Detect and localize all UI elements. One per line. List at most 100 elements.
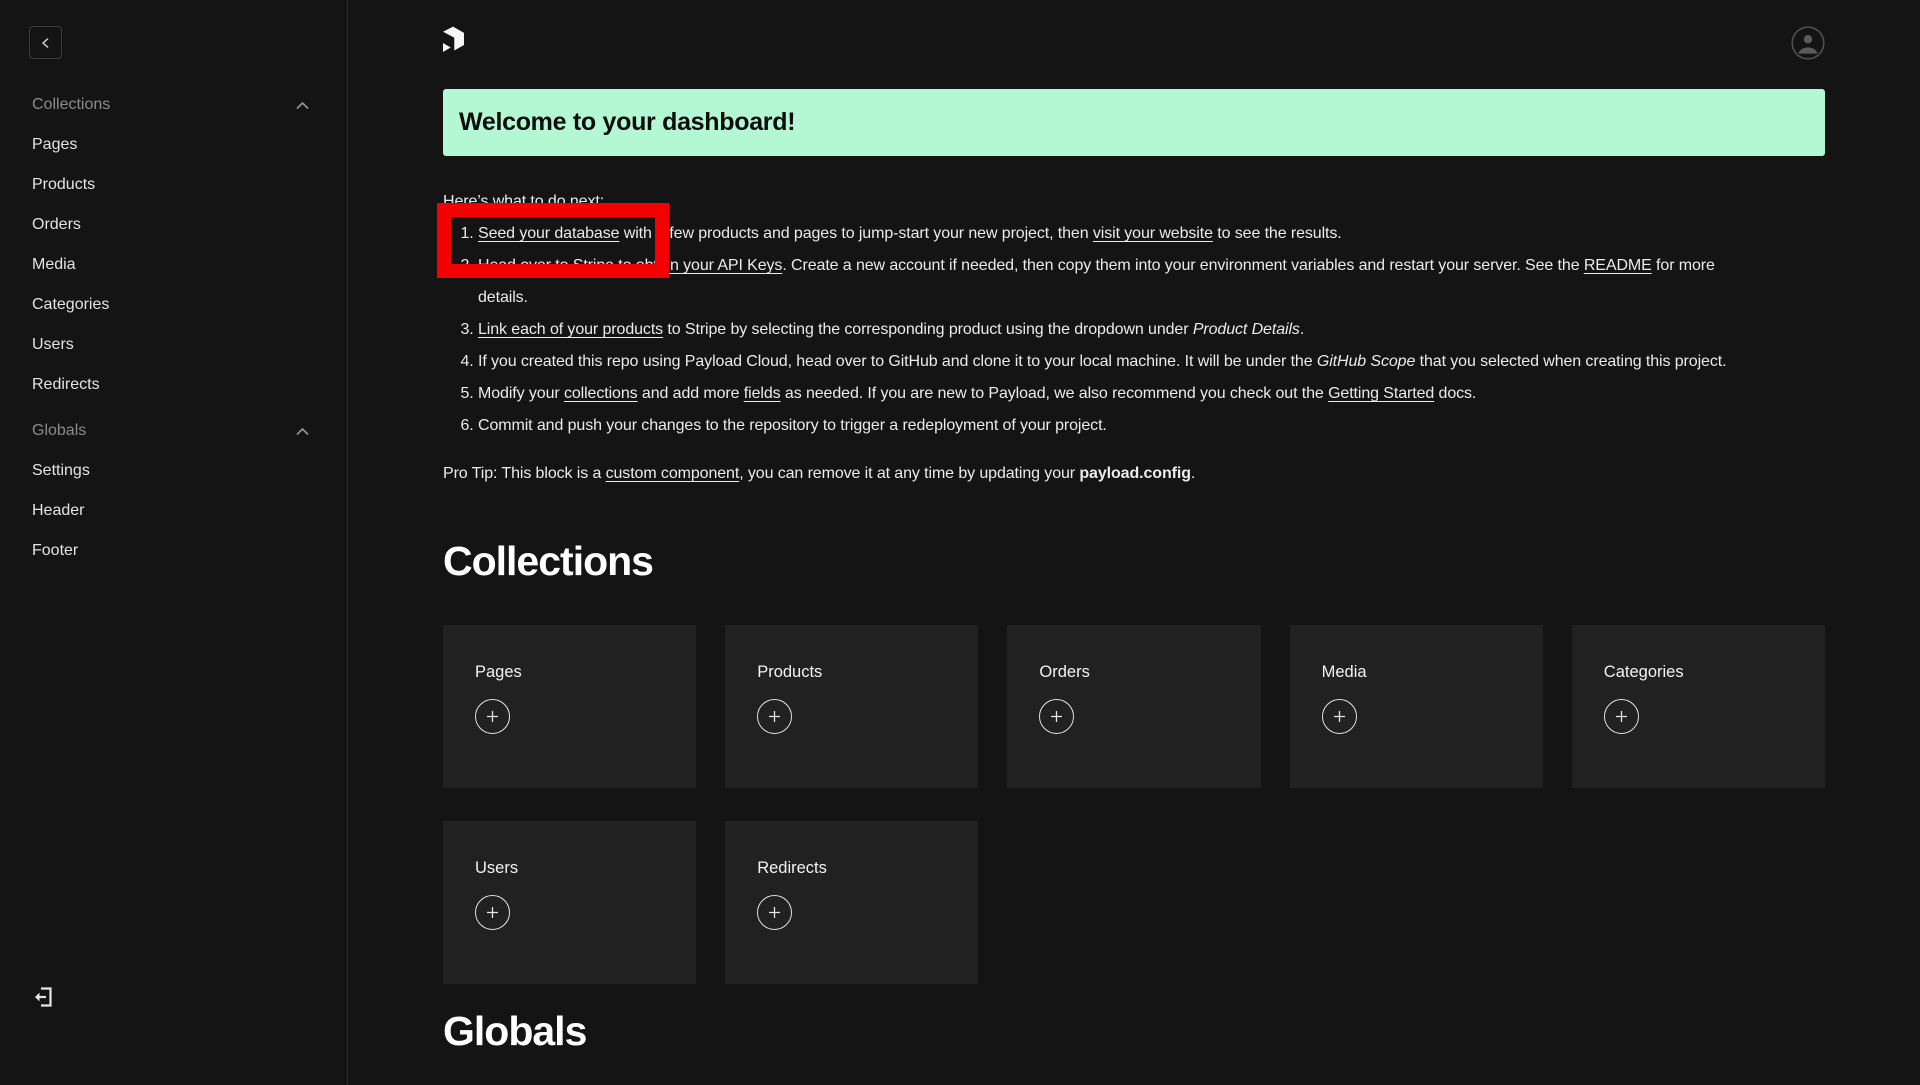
- create-new-button[interactable]: [757, 895, 792, 930]
- step-api-keys: Head over to Stripe to obtain your API K…: [478, 250, 1825, 314]
- collections-section-header[interactable]: Collections: [32, 85, 309, 125]
- plus-icon: [1333, 710, 1346, 723]
- link-products-link[interactable]: Link each of your products: [478, 321, 663, 338]
- collections-section: Collections Pages Products Orders Media …: [32, 85, 309, 405]
- globals-heading: Globals: [443, 1008, 1825, 1055]
- step-text: Head over to Stripe to: [478, 257, 636, 274]
- sidebar-item-settings[interactable]: Settings: [32, 451, 309, 491]
- step-text: as needed. If you are new to Payload, we…: [781, 385, 1329, 402]
- plus-icon: [1050, 710, 1063, 723]
- step-text: docs.: [1434, 385, 1476, 402]
- chevron-up-icon: [296, 101, 309, 110]
- sidebar-item-pages[interactable]: Pages: [32, 125, 309, 165]
- logout-icon: [30, 984, 55, 1010]
- collection-card-categories: Categories: [1572, 625, 1825, 788]
- pro-tip-text: .: [1191, 465, 1195, 482]
- collection-card-orders: Orders: [1007, 625, 1260, 788]
- step-link-products: Link each of your products to Stripe by …: [478, 314, 1825, 346]
- main-content: Welcome to your dashboard! Here’s what t…: [348, 0, 1920, 1085]
- step-payload-cloud: If you created this repo using Payload C…: [478, 346, 1825, 378]
- collections-docs-link[interactable]: collections: [564, 385, 638, 402]
- fields-docs-link[interactable]: fields: [744, 385, 781, 402]
- globals-section-header[interactable]: Globals: [32, 411, 309, 451]
- github-scope-emphasis: GitHub Scope: [1317, 353, 1415, 370]
- collections-section-label: Collections: [32, 96, 110, 114]
- create-new-button[interactable]: [1604, 699, 1639, 734]
- payload-logo-icon[interactable]: [443, 26, 464, 59]
- collection-card-redirects: Redirects: [725, 821, 978, 984]
- step-text: .: [1300, 321, 1304, 338]
- card-title-link[interactable]: Orders: [1039, 663, 1089, 682]
- step-text: for more: [1652, 257, 1715, 274]
- product-details-emphasis: Product Details: [1193, 321, 1300, 338]
- onboarding-instructions: Here’s what to do next: Seed your databa…: [443, 186, 1825, 490]
- step-seed-database: Seed your database with a few products a…: [478, 218, 1825, 250]
- plus-icon: [768, 906, 781, 919]
- seed-database-link[interactable]: Seed your database: [478, 225, 619, 242]
- sidebar-item-media[interactable]: Media: [32, 245, 309, 285]
- collection-card-users: Users: [443, 821, 696, 984]
- step-modify-collections: Modify your collections and add more fie…: [478, 378, 1825, 410]
- custom-component-link[interactable]: custom component: [606, 465, 740, 482]
- pro-tip-text: , you can remove it at any time by updat…: [739, 465, 1079, 482]
- sidebar-nav: Collections Pages Products Orders Media …: [0, 59, 347, 571]
- step-text: . Create a new account if needed, then c…: [782, 257, 1584, 274]
- chevron-left-icon: [40, 37, 52, 49]
- sidebar-item-users[interactable]: Users: [32, 325, 309, 365]
- step-text: If you created this repo using Payload C…: [478, 353, 1317, 370]
- payload-logo-mark: [443, 26, 464, 54]
- sidebar-item-header[interactable]: Header: [32, 491, 309, 531]
- intro-lead: Here’s what to do next:: [443, 186, 1825, 218]
- step-text: that you selected when creating this pro…: [1415, 353, 1726, 370]
- collection-card-pages: Pages: [443, 625, 696, 788]
- step-text: Modify your: [478, 385, 564, 402]
- create-new-button[interactable]: [1322, 699, 1357, 734]
- step-commit-push: Commit and push your changes to the repo…: [478, 410, 1825, 442]
- logout-button[interactable]: [30, 984, 55, 1013]
- collections-heading: Collections: [443, 538, 1825, 585]
- plus-icon: [486, 710, 499, 723]
- card-title-link[interactable]: Users: [475, 859, 518, 878]
- card-title-link[interactable]: Categories: [1604, 663, 1684, 682]
- card-title-link[interactable]: Pages: [475, 663, 522, 682]
- create-new-button[interactable]: [757, 699, 792, 734]
- step-text: with a few products and pages to jump-st…: [619, 225, 1092, 242]
- collection-card-products: Products: [725, 625, 978, 788]
- step-text: details.: [478, 289, 528, 306]
- welcome-banner: Welcome to your dashboard!: [443, 89, 1825, 156]
- create-new-button[interactable]: [475, 895, 510, 930]
- card-title-link[interactable]: Media: [1322, 663, 1367, 682]
- payload-dashboard: Collections Pages Products Orders Media …: [0, 0, 1920, 1085]
- sidebar-item-redirects[interactable]: Redirects: [32, 365, 309, 405]
- top-bar: [443, 0, 1825, 60]
- globals-section-label: Globals: [32, 422, 86, 440]
- steps-list: Seed your database with a few products a…: [443, 218, 1825, 442]
- sidebar-item-products[interactable]: Products: [32, 165, 309, 205]
- sidebar-item-footer[interactable]: Footer: [32, 531, 309, 571]
- sidebar-item-orders[interactable]: Orders: [32, 205, 309, 245]
- plus-icon: [486, 906, 499, 919]
- step-text: to Stripe by selecting the corresponding…: [663, 321, 1193, 338]
- pro-tip-text: Pro Tip: This block is a: [443, 465, 606, 482]
- sidebar: Collections Pages Products Orders Media …: [0, 0, 348, 1085]
- globals-section: Globals Settings Header Footer: [32, 411, 309, 571]
- plus-icon: [768, 710, 781, 723]
- user-avatar-icon: [1791, 26, 1825, 60]
- visit-website-link[interactable]: visit your website: [1093, 225, 1213, 242]
- welcome-banner-text: Welcome to your dashboard!: [459, 108, 795, 137]
- step-text: Commit and push your changes to the repo…: [478, 417, 1107, 434]
- card-title-link[interactable]: Products: [757, 663, 822, 682]
- pro-tip: Pro Tip: This block is a custom componen…: [443, 458, 1825, 490]
- getting-started-link[interactable]: Getting Started: [1328, 385, 1434, 402]
- chevron-up-icon: [296, 427, 309, 436]
- account-avatar[interactable]: [1791, 26, 1825, 60]
- obtain-api-keys-link[interactable]: obtain your API Keys: [636, 257, 783, 274]
- create-new-button[interactable]: [1039, 699, 1074, 734]
- card-title-link[interactable]: Redirects: [757, 859, 827, 878]
- collapse-sidebar-button[interactable]: [29, 26, 62, 59]
- step-text: to see the results.: [1213, 225, 1342, 242]
- create-new-button[interactable]: [475, 699, 510, 734]
- collections-grid: Pages Products Orders Media Categories U…: [443, 625, 1825, 984]
- sidebar-item-categories[interactable]: Categories: [32, 285, 309, 325]
- readme-link[interactable]: README: [1584, 257, 1652, 274]
